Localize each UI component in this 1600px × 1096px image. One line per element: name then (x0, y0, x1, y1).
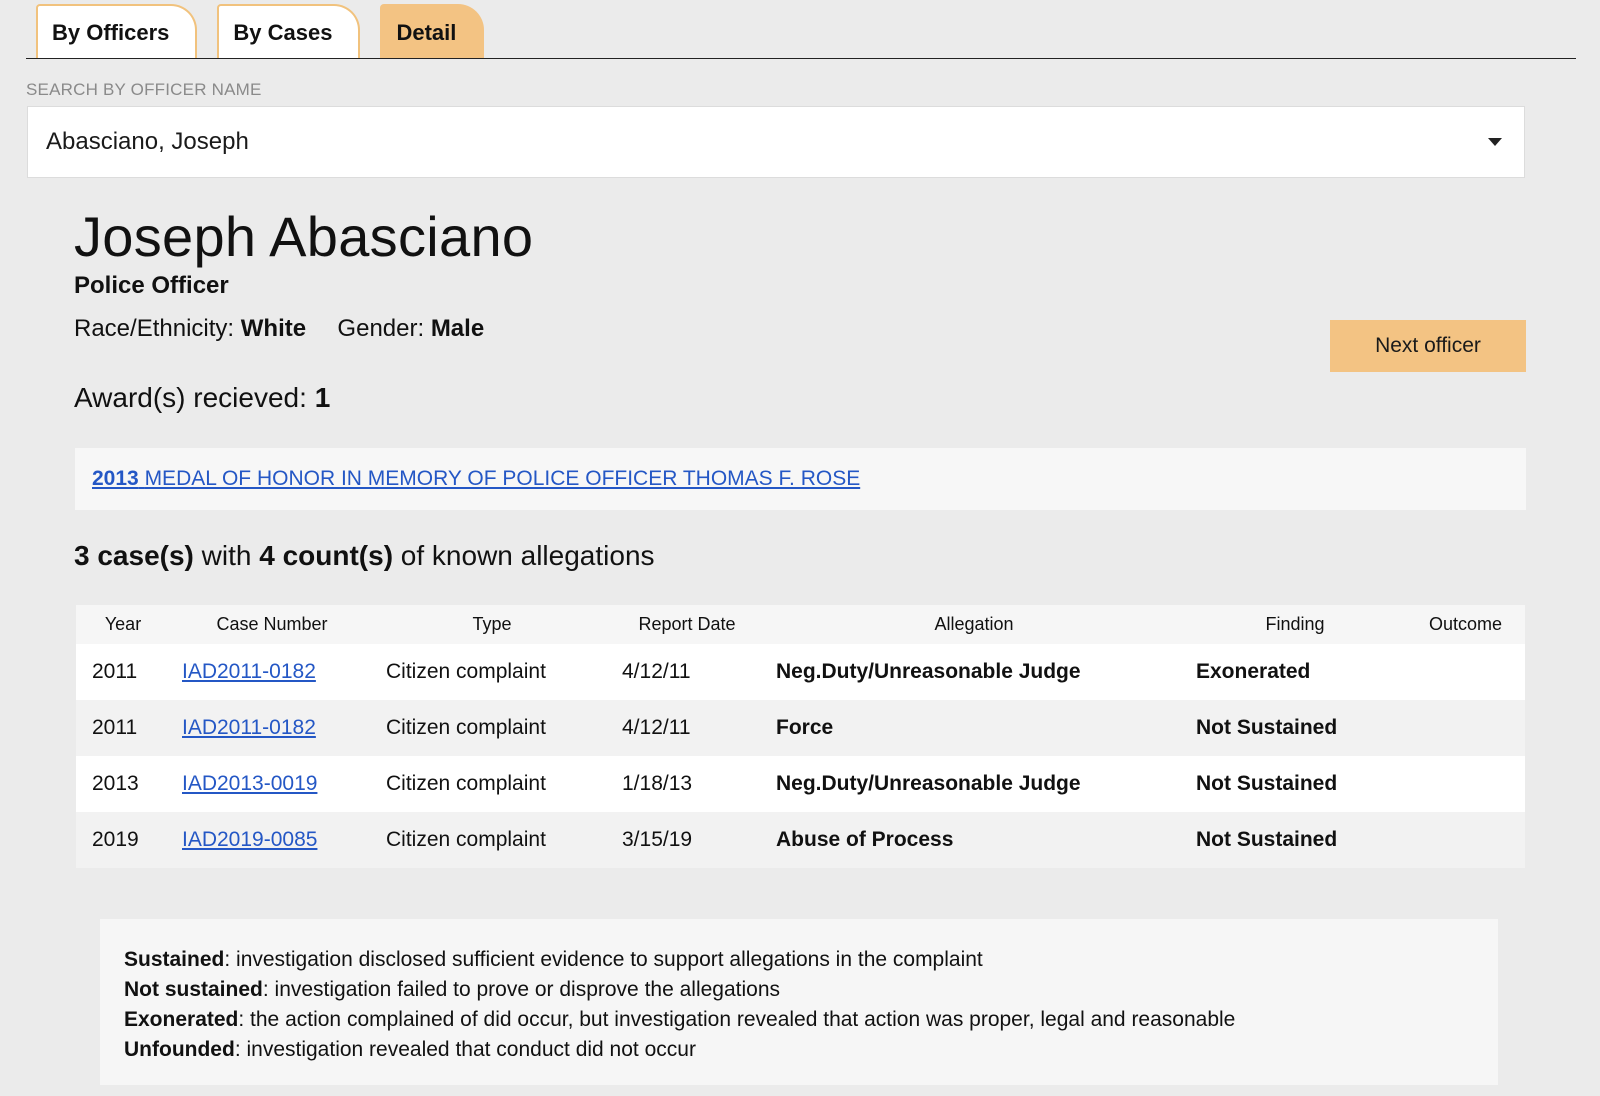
table-row: 2013 IAD2013-0019 Citizen complaint 1/18… (76, 756, 1525, 812)
cell-report-date: 4/12/11 (610, 700, 764, 756)
tab-divider (26, 58, 1576, 59)
legend-term: Not sustained (124, 978, 263, 1001)
header-report-date: Report Date (610, 605, 764, 644)
summary-with: with (193, 540, 260, 571)
cell-allegation: Neg.Duty/Unreasonable Judge (764, 644, 1184, 700)
cell-allegation: Neg.Duty/Unreasonable Judge (764, 756, 1184, 812)
cell-finding: Not Sustained (1184, 756, 1406, 812)
cell-outcome (1406, 700, 1525, 756)
officer-rank: Police Officer (74, 272, 229, 299)
case-number-link[interactable]: IAD2011-0182 (182, 660, 316, 683)
cell-case-number: IAD2019-0085 (170, 812, 374, 868)
cell-case-number: IAD2013-0019 (170, 756, 374, 812)
header-allegation: Allegation (764, 605, 1184, 644)
counts-count: 4 count(s) (259, 540, 394, 571)
header-case-number: Case Number (170, 605, 374, 644)
awards-received: Award(s) recieved: 1 (74, 382, 330, 414)
tab-detail[interactable]: Detail (380, 4, 485, 58)
legend-term: Unfounded (124, 1038, 235, 1061)
race-label: Race/Ethnicity: (74, 315, 235, 342)
cell-type: Citizen complaint (374, 644, 610, 700)
legend-text: : investigation failed to prove or dispr… (262, 978, 781, 1001)
cell-year: 2019 (76, 812, 170, 868)
legend-item: Not sustained: investigation failed to p… (124, 975, 1474, 1005)
tab-by-officers[interactable]: By Officers (36, 4, 198, 58)
cell-case-number: IAD2011-0182 (170, 700, 374, 756)
tab-by-cases[interactable]: By Cases (217, 4, 361, 58)
cell-report-date: 3/15/19 (610, 812, 764, 868)
cell-finding: Not Sustained (1184, 700, 1406, 756)
summary-suffix: of known allegations (393, 540, 655, 571)
officer-search-select[interactable]: Abasciano, Joseph (27, 106, 1525, 178)
header-type: Type (374, 605, 610, 644)
cell-finding: Exonerated (1184, 644, 1406, 700)
header-finding: Finding (1184, 605, 1406, 644)
race-value: White (240, 315, 307, 342)
tab-bar: By Officers By Cases Detail (36, 4, 485, 58)
cell-outcome (1406, 644, 1525, 700)
cases-table: Year Case Number Type Report Date Allega… (76, 605, 1525, 868)
legend-item: Unfounded: investigation revealed that c… (124, 1035, 1474, 1065)
award-list: 2013 MEDAL OF HONOR IN MEMORY OF POLICE … (75, 448, 1526, 510)
legend-item: Exonerated: the action complained of did… (124, 1005, 1474, 1035)
legend-item: Sustained: investigation disclosed suffi… (124, 945, 1474, 975)
cell-outcome (1406, 756, 1525, 812)
gender-value: Male (430, 315, 485, 342)
table-header-row: Year Case Number Type Report Date Allega… (76, 605, 1525, 644)
cell-finding: Not Sustained (1184, 812, 1406, 868)
officer-name: Joseph Abasciano (74, 205, 534, 268)
cell-allegation: Force (764, 700, 1184, 756)
legend-text: : the action complained of did occur, bu… (238, 1008, 1236, 1031)
table-row: 2011 IAD2011-0182 Citizen complaint 4/12… (76, 700, 1525, 756)
legend-text: : investigation disclosed sufficient evi… (224, 948, 983, 971)
cell-type: Citizen complaint (374, 756, 610, 812)
legend-term: Sustained (124, 948, 225, 971)
officer-demographics: Race/Ethnicity: White Gender: Male (74, 315, 484, 343)
cell-report-date: 1/18/13 (610, 756, 764, 812)
gender-label: Gender: (337, 315, 425, 342)
table-row: 2011 IAD2011-0182 Citizen complaint 4/12… (76, 644, 1525, 700)
cell-outcome (1406, 812, 1525, 868)
awards-count: 1 (314, 382, 331, 413)
search-label: SEARCH BY OFFICER NAME (26, 80, 262, 99)
case-number-link[interactable]: IAD2019-0085 (182, 828, 317, 851)
cell-type: Citizen complaint (374, 700, 610, 756)
cell-year: 2011 (76, 644, 170, 700)
cell-allegation: Abuse of Process (764, 812, 1184, 868)
next-officer-button[interactable]: Next officer (1330, 320, 1526, 372)
header-year: Year (76, 605, 170, 644)
legend-term: Exonerated (124, 1008, 239, 1031)
cell-year: 2011 (76, 700, 170, 756)
case-number-link[interactable]: IAD2013-0019 (182, 772, 317, 795)
cell-report-date: 4/12/11 (610, 644, 764, 700)
cell-case-number: IAD2011-0182 (170, 644, 374, 700)
cell-year: 2013 (76, 756, 170, 812)
findings-legend: Sustained: investigation disclosed suffi… (100, 919, 1498, 1085)
cases-count: 3 case(s) (74, 540, 194, 571)
officer-search-value: Abasciano, Joseph (46, 128, 249, 155)
table-row: 2019 IAD2019-0085 Citizen complaint 3/15… (76, 812, 1525, 868)
cases-summary: 3 case(s) with 4 count(s) of known alleg… (74, 540, 655, 572)
award-year: 2013 (92, 467, 139, 490)
award-link[interactable]: 2013 MEDAL OF HONOR IN MEMORY OF POLICE … (92, 467, 860, 491)
awards-label: Award(s) recieved: (74, 382, 307, 413)
chevron-down-icon[interactable] (1488, 138, 1502, 146)
legend-text: : investigation revealed that conduct di… (234, 1038, 696, 1061)
header-outcome: Outcome (1406, 605, 1525, 644)
case-number-link[interactable]: IAD2011-0182 (182, 716, 316, 739)
award-title: MEDAL OF HONOR IN MEMORY OF POLICE OFFIC… (144, 467, 861, 490)
cell-type: Citizen complaint (374, 812, 610, 868)
